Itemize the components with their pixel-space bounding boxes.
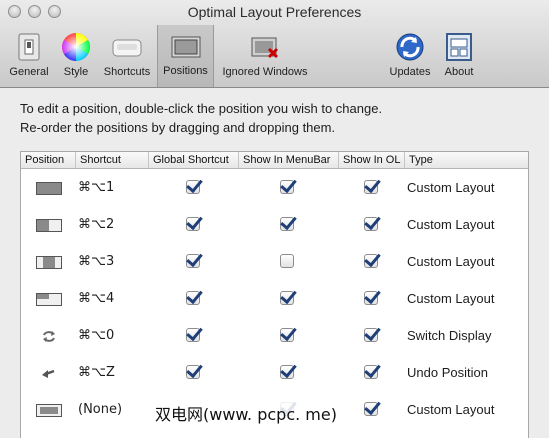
full-layout-icon bbox=[36, 182, 62, 195]
row-shortcut: (None) bbox=[78, 402, 123, 417]
show-in-ol-checkbox[interactable] bbox=[364, 254, 378, 268]
row-shortcut: ⌘⌥2 bbox=[78, 217, 115, 232]
light-switch-icon bbox=[18, 33, 40, 61]
table-row[interactable]: ⌘⌥1 Custom Layout bbox=[21, 170, 528, 207]
global-shortcut-checkbox[interactable] bbox=[186, 328, 200, 342]
ignored-window-icon bbox=[251, 37, 279, 59]
preferences-window: Optimal Layout Preferences General Style… bbox=[0, 0, 549, 438]
column-header-show-in-ol[interactable]: Show In OL bbox=[339, 152, 405, 168]
show-in-menubar-checkbox[interactable] bbox=[280, 180, 294, 194]
toolbar-label-about: About bbox=[444, 66, 474, 78]
centered-window-icon bbox=[36, 404, 62, 417]
global-shortcut-checkbox[interactable] bbox=[186, 365, 200, 379]
toolbar-about[interactable]: About bbox=[438, 26, 480, 78]
undo-arrow-icon bbox=[42, 369, 55, 378]
show-in-menubar-checkbox[interactable] bbox=[280, 291, 294, 305]
window-title: Optimal Layout Preferences bbox=[187, 4, 362, 20]
global-shortcut-checkbox[interactable] bbox=[186, 291, 200, 305]
about-window-icon bbox=[446, 33, 472, 61]
watermark-text: 双电网(www. pcpc. me) bbox=[152, 400, 340, 426]
instruction-line-2: Re-order the positions by dragging and d… bbox=[20, 120, 336, 135]
column-header-global-shortcut[interactable]: Global Shortcut bbox=[149, 152, 239, 168]
column-header-show-in-menubar[interactable]: Show In MenuBar bbox=[239, 152, 339, 168]
center-layout-icon bbox=[36, 256, 62, 269]
row-shortcut: ⌘⌥1 bbox=[78, 180, 115, 195]
row-type: Switch Display bbox=[407, 328, 492, 343]
show-in-ol-checkbox[interactable] bbox=[364, 180, 378, 194]
row-type: Custom Layout bbox=[407, 217, 495, 232]
row-shortcut: ⌘⌥4 bbox=[78, 291, 115, 306]
global-shortcut-checkbox[interactable] bbox=[186, 180, 200, 194]
toolbar-positions[interactable]: Positions bbox=[157, 25, 214, 87]
row-shortcut: ⌘⌥3 bbox=[78, 254, 115, 269]
row-type: Custom Layout bbox=[407, 402, 495, 417]
show-in-ol-checkbox[interactable] bbox=[364, 402, 378, 416]
show-in-menubar-checkbox[interactable] bbox=[280, 328, 294, 342]
color-wheel-icon bbox=[62, 33, 90, 61]
updates-globe-icon bbox=[396, 33, 424, 61]
toolbar-label-updates: Updates bbox=[389, 66, 431, 78]
table-row[interactable]: ⌘⌥3 Custom Layout bbox=[21, 244, 528, 281]
row-type: Custom Layout bbox=[407, 254, 495, 269]
toolbar-label-style: Style bbox=[63, 66, 89, 78]
column-header-shortcut[interactable]: Shortcut bbox=[76, 152, 149, 168]
toolbar-style[interactable]: Style bbox=[58, 26, 94, 78]
title-toolbar: Optimal Layout Preferences General Style… bbox=[0, 0, 549, 88]
table-row[interactable]: ⌘⌥0 Switch Display bbox=[21, 318, 528, 355]
show-in-ol-checkbox[interactable] bbox=[364, 291, 378, 305]
column-header-type[interactable]: Type bbox=[405, 152, 528, 168]
row-type: Undo Position bbox=[407, 365, 488, 380]
row-type: Custom Layout bbox=[407, 291, 495, 306]
show-in-ol-checkbox[interactable] bbox=[364, 328, 378, 342]
row-shortcut: ⌘⌥Z bbox=[78, 365, 115, 380]
toolbar-ignored-windows[interactable]: Ignored Windows bbox=[217, 26, 313, 78]
global-shortcut-checkbox[interactable] bbox=[186, 254, 200, 268]
table-row[interactable]: ⌘⌥Z Undo Position bbox=[21, 355, 528, 392]
window-layout-icon bbox=[171, 36, 200, 58]
show-in-menubar-checkbox[interactable] bbox=[280, 254, 294, 268]
show-in-menubar-checkbox[interactable] bbox=[280, 365, 294, 379]
column-header-position[interactable]: Position bbox=[21, 152, 76, 168]
instruction-line-1: To edit a position, double-click the pos… bbox=[20, 101, 383, 116]
positions-table[interactable]: Position Shortcut Global Shortcut Show I… bbox=[20, 151, 529, 438]
row-type: Custom Layout bbox=[407, 180, 495, 195]
global-shortcut-checkbox[interactable] bbox=[186, 217, 200, 231]
instructions: To edit a position, double-click the pos… bbox=[20, 99, 382, 137]
keyboard-key-icon bbox=[112, 39, 142, 57]
toolbar-shortcuts[interactable]: Shortcuts bbox=[98, 26, 156, 78]
left-half-layout-icon bbox=[36, 219, 62, 232]
row-shortcut: ⌘⌥0 bbox=[78, 328, 115, 343]
toolbar-label-shortcuts: Shortcuts bbox=[103, 66, 151, 78]
table-row[interactable]: ⌘⌥4 Custom Layout bbox=[21, 281, 528, 318]
table-header: Position Shortcut Global Shortcut Show I… bbox=[21, 152, 528, 169]
show-in-ol-checkbox[interactable] bbox=[364, 365, 378, 379]
toolbar-updates[interactable]: Updates bbox=[387, 26, 433, 78]
toolbar-label-ignored-windows: Ignored Windows bbox=[222, 66, 308, 78]
toolbar-label-general: General bbox=[9, 66, 49, 78]
switch-display-icon bbox=[43, 331, 55, 342]
show-in-menubar-checkbox[interactable] bbox=[280, 217, 294, 231]
show-in-ol-checkbox[interactable] bbox=[364, 217, 378, 231]
toolbar-label-positions: Positions bbox=[163, 65, 208, 77]
corner-layout-icon bbox=[36, 293, 62, 306]
toolbar-general[interactable]: General bbox=[4, 26, 54, 78]
table-row[interactable]: ⌘⌥2 Custom Layout bbox=[21, 207, 528, 244]
